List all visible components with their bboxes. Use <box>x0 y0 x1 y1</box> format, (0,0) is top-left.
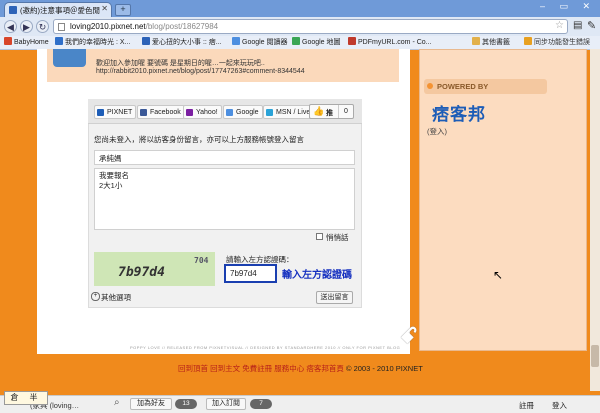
facebook-login-button[interactable]: Facebook <box>137 105 185 119</box>
add-friend-button[interactable]: 加為好友 <box>130 398 172 410</box>
sidebar-login-link[interactable]: (登入) <box>427 126 447 137</box>
bookmark-star-icon[interactable]: ☆ <box>555 20 564 31</box>
ribbon-knot-icon: ꗃ <box>400 323 418 348</box>
yahoo-login-button[interactable]: Yahoo! <box>183 105 222 119</box>
friend-count-badge: 13 <box>175 399 197 409</box>
captcha-input[interactable]: 7b97d4 <box>224 264 277 283</box>
subscribe-button[interactable]: 加入訂閱 <box>206 398 246 410</box>
close-tab-icon[interactable]: ✕ <box>101 4 108 13</box>
reload-icon[interactable]: ↻ <box>36 20 49 33</box>
sidebar <box>419 49 587 351</box>
sync-error[interactable]: 同步功能發生錯誤 <box>524 37 590 47</box>
browser-toolbar: ◀ ▶ ↻ loving2010.pixnet.net/blog/post/18… <box>0 17 600 37</box>
bookmark-item[interactable]: 爱心扭的大小事 :: 痞... <box>142 37 222 47</box>
name-input[interactable]: 承純媽 <box>94 150 355 165</box>
back-arrow-icon[interactable]: ◀ <box>4 20 17 33</box>
bookmark-favicon-icon <box>348 37 356 45</box>
mouse-cursor-icon: ↖ <box>493 268 504 282</box>
google-login-button[interactable]: Google <box>223 105 263 119</box>
page-menu-icon[interactable]: ▤ <box>573 20 582 31</box>
bookmark-item[interactable]: BabyHome <box>4 37 49 46</box>
like-button[interactable]: 👍 推 0 <box>309 104 354 119</box>
tab-favicon-icon <box>9 6 17 14</box>
wrench-icon[interactable]: ✎ <box>587 19 596 32</box>
msn-login-button[interactable]: MSN / Live <box>263 105 315 119</box>
google-icon <box>226 109 233 116</box>
page-icon <box>58 23 65 31</box>
comment-link[interactable]: http://rabbit2010.pixnet.net/blog/post/1… <box>96 68 305 75</box>
facebook-icon <box>140 109 147 116</box>
private-checkbox[interactable] <box>316 233 323 240</box>
ime-mode-full: 倉 <box>10 393 19 402</box>
powered-by-heading: POWERED BY <box>424 79 547 94</box>
footer-links: 回到頂首 回到主文 免費註冊 服務中心 痞客邦首頁 © 2003 - 2010 … <box>178 363 423 374</box>
msn-icon <box>266 109 273 116</box>
expand-plus-icon[interactable]: + <box>91 292 100 301</box>
footer-link[interactable]: 回到主文 <box>210 364 240 373</box>
copyright: © 2003 - 2010 PIXNET <box>345 364 423 373</box>
bookmark-favicon-icon <box>232 37 240 45</box>
tab-title: (邀約)注意事項＠愛色閒… <box>20 6 100 15</box>
bookmark-favicon-icon <box>142 37 150 45</box>
pixnet-login-button[interactable]: PIXNET <box>94 105 137 119</box>
other-bookmarks[interactable]: 其他書籤 <box>472 37 510 47</box>
footer-link[interactable]: 免費註冊 <box>242 364 272 373</box>
bookmark-item[interactable]: 我們的幸福時光 : X... <box>55 37 130 47</box>
search-icon[interactable]: ⌕ <box>114 397 120 408</box>
theme-credit: POPPY LOVE // RELEASED FROM PIXNETVISUAL… <box>130 345 401 350</box>
login-prompt: 您尚未登入，將以訪客身份留言，亦可以上方服務帳號登入留言 <box>94 135 304 144</box>
bookmark-item[interactable]: Google 地圖 <box>292 37 341 47</box>
bullet-icon <box>427 83 433 89</box>
bookmark-item[interactable]: Google 閱讀器 <box>232 37 288 47</box>
like-count: 0 <box>344 108 348 115</box>
forward-arrow-icon[interactable]: ▶ <box>20 20 33 33</box>
address-bar[interactable]: loving2010.pixnet.net/blog/post/18627984… <box>53 19 568 34</box>
bookmark-favicon-icon <box>55 37 63 45</box>
warning-icon <box>524 37 532 45</box>
new-tab-button[interactable]: + <box>115 4 131 16</box>
login-link[interactable]: 登入 <box>552 400 567 411</box>
scrollbar-thumb[interactable] <box>591 345 599 367</box>
input-method-indicator[interactable]: 倉半 <box>4 391 48 405</box>
like-label: 推 <box>326 110 333 117</box>
footer-link[interactable]: 痞客邦首頁 <box>306 364 344 373</box>
pixnet-toolbar <box>0 395 600 413</box>
ime-mode-half: 半 <box>29 393 38 402</box>
bookmark-favicon-icon <box>4 37 12 45</box>
commenter-avatar <box>53 49 86 67</box>
footer-link[interactable]: 回到頂首 <box>178 364 208 373</box>
folder-icon <box>472 37 480 45</box>
captcha-code-small: 704 <box>194 256 209 265</box>
vertical-scrollbar[interactable] <box>590 49 600 391</box>
register-link[interactable]: 註冊 <box>519 400 534 411</box>
message-textarea[interactable]: 我要報名 2大1小 <box>94 168 355 230</box>
more-options-link[interactable]: 其他選項 <box>101 292 131 303</box>
footer-link[interactable]: 服務中心 <box>274 364 304 373</box>
submit-comment-button[interactable]: 送出留言 <box>316 291 353 304</box>
like-divider <box>338 105 339 118</box>
bookmark-item[interactable]: PDFmyURL.com - Co... <box>348 37 432 46</box>
captcha-hint: 輸入左方認證碼 <box>282 270 352 281</box>
private-label: 悄悄話 <box>326 233 349 242</box>
captcha-image: 7b97d4 704 <box>94 252 215 286</box>
pixnet-logo[interactable]: 痞客邦 <box>432 100 486 125</box>
browser-tab[interactable]: (邀約)注意事項＠愛色閒… ✕ <box>4 2 112 17</box>
captcha-code: 7b97d4 <box>118 265 165 280</box>
comment-line: 歡迎加入參加喔 要號碼 是星期日的喔…一起來玩玩吧.. <box>96 60 265 67</box>
url-text: loving2010.pixnet.net/blog/post/18627984 <box>70 22 219 31</box>
window-controls[interactable]: – ▭ ✕ <box>540 1 596 12</box>
yahoo-icon <box>186 109 193 116</box>
thumbs-up-icon: 👍 <box>313 106 325 116</box>
pixnet-icon <box>97 109 104 116</box>
subscriber-count-badge: 7 <box>250 399 272 409</box>
bookmark-favicon-icon <box>292 37 300 45</box>
